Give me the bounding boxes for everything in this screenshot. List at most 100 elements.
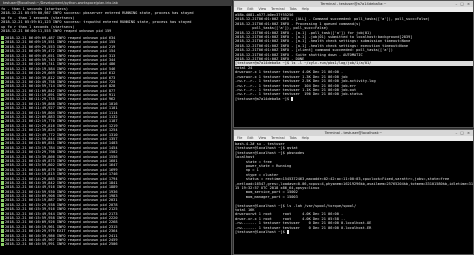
menu-item-help[interactable]: Help — [302, 7, 309, 11]
gutter-marker — [1, 146, 4, 150]
log-line-text: 2018-12-21 06:15:19,887 INFO reaped unkn… — [5, 198, 118, 203]
log-line-text: 2018-12-21 06:12:19,770 INFO reaped unkn… — [5, 119, 118, 124]
log-row: 2018-12-21 06:16:59,991 INFO reaped unkn… — [1, 242, 231, 246]
terminal-line: [testuser@localhost ~]$ — [235, 230, 289, 235]
log-line-text: 2018-12-21 06:09:19,551 INFO reaped unkn… — [5, 40, 116, 45]
gutter-marker — [1, 58, 4, 62]
log-line-text: 2018-12-21 06:13:59,802 INFO reaped unkn… — [5, 163, 118, 168]
menu-item-file[interactable]: File — [237, 136, 242, 140]
window-controls[interactable]: – □ × — [455, 2, 471, 6]
text-cursor — [286, 230, 289, 234]
gutter-marker — [1, 128, 4, 132]
gutter-marker — [1, 137, 4, 141]
log-line-text: 2018-12-21 06:14:29,885 INFO reaped unkn… — [5, 176, 118, 181]
log-line-text: 2018-12-21 06:10:39,812 INFO reaped unkn… — [5, 75, 116, 80]
right-bottom-menubar: File Edit View Terminal Tabs Help — [234, 136, 473, 141]
menu-item-file[interactable]: File — [237, 7, 242, 11]
gutter-marker — [1, 110, 4, 115]
gutter-marker — [1, 132, 4, 137]
maximize-icon[interactable]: □ — [460, 2, 464, 6]
window-controls[interactable]: – □ × — [455, 131, 471, 135]
gutter-marker — [1, 207, 4, 211]
log-line-text: 2018-12-21 06:16:49,967 INFO reaped unkn… — [5, 237, 118, 242]
menu-item-edit[interactable]: Edit — [247, 7, 253, 11]
log-line-text: 2018-12-21 06:13:29,798 INFO reaped unkn… — [5, 150, 118, 155]
gutter-marker — [1, 198, 4, 203]
log-line-text: 2018-12-21 06:12:49,772 INFO reaped unkn… — [5, 132, 118, 137]
right-top-terminal-window[interactable]: Terminal - testuser@a7a14deba5a:~ – □ × … — [233, 0, 474, 128]
gutter-marker — [1, 233, 4, 238]
gutter-marker — [1, 71, 4, 75]
gutter-marker — [1, 154, 4, 159]
log-line-text: 2018-12-21 06:13:19,784 INFO reaped unkn… — [5, 145, 118, 150]
terminal-line: 2018-12-21 06:00:11,555 INFO reaped unkn… — [1, 29, 112, 34]
menu-item-tabs[interactable]: Tabs — [290, 7, 297, 11]
log-line-text: 2018-12-21 06:16:39,986 INFO reaped unkn… — [5, 233, 118, 238]
log-line-text: 2018-12-21 06:11:09,842 INFO reaped unkn… — [5, 88, 116, 93]
gutter-marker — [1, 40, 4, 45]
menu-item-tabs[interactable]: Tabs — [290, 136, 297, 140]
minimize-icon[interactable]: – — [455, 2, 458, 6]
gutter-marker — [1, 106, 4, 110]
gutter-marker — [1, 49, 4, 53]
log-line-text: 2018-12-21 06:09:59,743 INFO reaped unkn… — [5, 57, 116, 62]
right-bottom-terminal-window[interactable]: Terminal - testuser@localhost:~ – □ × Fi… — [233, 129, 474, 255]
log-line-text: 2018-12-21 06:09:49,651 INFO reaped unkn… — [5, 53, 116, 58]
log-line-text: 2018-12-21 06:10:59,714 INFO reaped unkn… — [5, 84, 116, 89]
gutter-marker — [1, 216, 4, 220]
log-line-text: 2018-12-21 06:16:59,991 INFO reaped unkn… — [5, 242, 118, 247]
gutter-marker — [1, 220, 4, 225]
log-line-text: 2018-12-21 06:14:09,879 INFO reaped unkn… — [5, 167, 118, 172]
gutter-marker — [1, 203, 4, 207]
log-line-text: 2018-12-21 06:14:39,842 INFO reaped unkn… — [5, 180, 118, 185]
text-cursor — [291, 96, 294, 101]
gutter-marker — [1, 67, 4, 71]
menu-item-help[interactable]: Help — [302, 136, 309, 140]
gutter-marker — [1, 159, 4, 163]
log-line-text: 2018-12-21 06:09:29,553 INFO reaped unkn… — [5, 44, 116, 49]
gutter-marker — [1, 88, 4, 93]
menu-item-terminal[interactable]: Terminal — [271, 136, 284, 140]
gutter-marker — [1, 62, 4, 67]
gutter-marker — [1, 229, 4, 233]
log-line-text: 2018-12-21 06:13:39,866 INFO reaped unkn… — [5, 154, 118, 159]
right-top-title: Terminal - testuser@a7a14deba5a:~ — [320, 2, 387, 6]
left-terminal-tab[interactable]: testuser@localhost:~/Development/python-… — [0, 0, 232, 6]
gutter-marker — [1, 102, 4, 106]
gutter-marker — [1, 115, 4, 119]
gutter-marker — [1, 45, 4, 49]
log-line-text: 2018-12-21 06:14:49,916 INFO reaped unkn… — [5, 185, 118, 190]
menu-item-view[interactable]: View — [259, 136, 267, 140]
left-terminal-window[interactable]: testuser@localhost:~/Development/python-… — [0, 0, 232, 255]
gutter-marker — [1, 194, 4, 198]
gutter-marker — [1, 124, 4, 128]
gutter-marker — [1, 36, 4, 40]
gutter-marker — [1, 238, 4, 242]
menu-item-view[interactable]: View — [259, 7, 267, 11]
log-line-text: 2018-12-21 06:10:19,584 INFO reaped unkn… — [5, 66, 116, 71]
close-icon[interactable]: × — [467, 2, 471, 6]
maximize-icon[interactable]: □ — [460, 131, 464, 135]
log-line-text: 2018-12-21 06:15:49,944 INFO reaped unkn… — [5, 211, 118, 216]
gutter-marker — [1, 189, 4, 194]
log-line-text: 2018-12-21 06:15:39,916 INFO reaped unkn… — [5, 207, 118, 212]
gutter-marker — [1, 53, 4, 58]
log-line-text: 2018-12-21 06:15:29,938 INFO reaped unkn… — [5, 202, 118, 207]
gutter-marker — [1, 172, 4, 176]
log-line-text: 2018-12-21 06:12:29,816 INFO reaped unkn… — [5, 123, 118, 128]
right-bottom-terminal-output: bash-4.2# su - testuser [testuser@localho… — [235, 142, 473, 254]
terminal-line: status = rectime=1545372463,macaddr=02:4… — [235, 177, 450, 182]
menu-item-edit[interactable]: Edit — [247, 136, 253, 140]
log-line-text: 2018-12-21 06:12:39,824 INFO reaped unkn… — [5, 128, 118, 133]
log-line-text: 2018-12-21 06:16:29,979 EXIT reaped unkn… — [5, 229, 118, 234]
menu-item-terminal[interactable]: Terminal — [271, 7, 284, 11]
log-line-text: 2018-12-21 06:09:39,472 INFO reaped unkn… — [5, 49, 116, 54]
log-line-text: 2018-12-21 06:11:49,927 INFO reaped unkn… — [5, 106, 118, 111]
right-top-menubar: File Edit View Terminal Tabs Help — [234, 7, 473, 12]
log-line-text: 2018-12-21 06:10:29,669 INFO reaped unkn… — [5, 71, 116, 76]
minimize-icon[interactable]: – — [455, 131, 458, 135]
log-line-text: 2018-12-21 06:11:59,804 INFO reaped unkn… — [5, 110, 118, 115]
close-icon[interactable]: × — [467, 131, 471, 135]
right-bottom-title: Terminal - testuser@localhost:~ — [324, 131, 383, 135]
log-line-text: 2018-12-21 06:11:29,735 INFO reaped unkn… — [5, 97, 116, 102]
